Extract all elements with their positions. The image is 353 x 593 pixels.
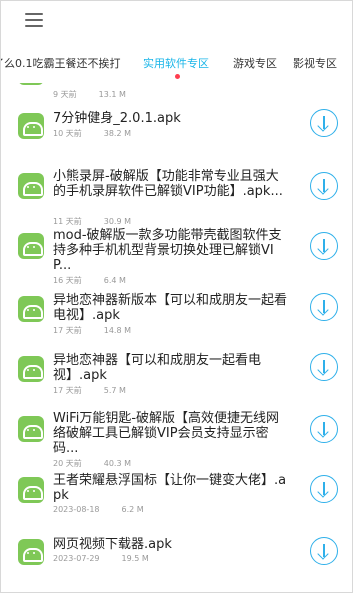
tab-video[interactable]: 影视专区	[293, 55, 337, 71]
file-time: 11 天前	[53, 217, 82, 226]
file-size: 14.8 M	[103, 326, 131, 335]
file-meta: 16 天前 6.4 M	[53, 275, 126, 286]
android-app-icon	[18, 416, 44, 442]
file-time: 20 天前	[53, 459, 82, 468]
active-tab-indicator	[175, 74, 180, 79]
file-title: mod-破解版一款多功能带壳截图软件支持多种手机机型背景切换处理已解锁VIP..…	[53, 228, 282, 273]
file-size: 19.5 M	[121, 554, 149, 563]
file-title: 异地恋神器【可以和成朋友一起看电视】.apk	[53, 353, 262, 383]
download-icon[interactable]	[310, 537, 338, 565]
file-size: 13.1 M	[98, 90, 126, 99]
file-size: 6.2 M	[121, 505, 144, 514]
list-item[interactable]: 异地恋神器新版本【可以和成朋友一起看电视】.apk 17 天前 14.8 M	[1, 293, 352, 343]
file-time: 10 天前	[53, 129, 82, 138]
list-item[interactable]: 异地恋神器【可以和成朋友一起看电视】.apk 17 天前 5.7 M	[1, 353, 352, 398]
file-time: 16 天前	[53, 276, 82, 285]
tab-category-0[interactable]: 了么0.1吃霸王餐还不挨打	[1, 55, 121, 71]
file-meta: 11 天前 30.9 M	[53, 216, 131, 227]
android-app-icon	[18, 356, 44, 382]
file-size: 38.2 M	[103, 129, 131, 138]
download-icon[interactable]	[310, 172, 338, 200]
android-app-icon	[18, 296, 44, 322]
android-app-icon	[18, 113, 44, 139]
android-app-icon	[18, 539, 44, 565]
file-meta: 20 天前 40.3 M	[53, 458, 131, 469]
file-meta: 10 天前 38.2 M	[53, 128, 131, 139]
file-title: WiFi万能钥匙-破解版【高效便捷无线网络破解工具已解锁VIP会员支持显示密码.…	[53, 411, 280, 456]
android-app-icon	[18, 477, 44, 503]
list-item[interactable]: 7分钟健身_2.0.1.apk 10 天前 38.2 M	[1, 109, 352, 156]
file-list: 9 天前 13.1 M 7分钟健身_2.0.1.apk 10 天前 38.2 M 小…	[1, 83, 352, 592]
file-time: 17 天前	[53, 386, 82, 395]
download-icon[interactable]	[310, 232, 338, 260]
file-time: 9 天前	[53, 90, 77, 99]
file-title: 小熊录屏-破解版【功能非常专业且强大的手机录屏软件已解锁VIP功能】.apk..…	[53, 169, 283, 199]
menu-icon[interactable]	[25, 13, 43, 27]
file-title: 异地恋神器新版本【可以和成朋友一起看电视】.apk	[53, 293, 288, 323]
download-icon[interactable]	[310, 475, 338, 503]
file-size: 6.4 M	[103, 276, 126, 285]
android-app-icon	[18, 83, 44, 85]
file-time: 2023-07-29	[53, 554, 100, 563]
list-item[interactable]: 王者荣耀悬浮国标【让你一键变大佬】.apk 2023-08-18 6.2 M	[1, 473, 352, 523]
tab-utility-software[interactable]: 实用软件专区	[143, 55, 209, 71]
list-item[interactable]: mod-破解版一款多功能带壳截图软件支持多种手机机型背景切换处理已解锁VIP..…	[1, 228, 352, 288]
file-title: 王者荣耀悬浮国标【让你一键变大佬】.apk	[53, 473, 287, 503]
file-size: 30.9 M	[103, 217, 131, 226]
file-meta: 2023-07-29 19.5 M	[53, 554, 149, 563]
file-meta: 2023-08-18 6.2 M	[53, 505, 144, 514]
file-title: 网页视频下载器.apk	[53, 537, 172, 552]
top-bar	[1, 1, 352, 41]
app-screen: 了么0.1吃霸王餐还不挨打 实用软件专区 游戏专区 影视专区 9 天前 13.1 …	[0, 0, 353, 593]
android-app-icon	[18, 233, 44, 259]
file-size: 5.7 M	[103, 386, 126, 395]
download-icon[interactable]	[310, 415, 338, 443]
android-app-icon	[18, 173, 44, 199]
download-icon[interactable]	[310, 293, 338, 321]
download-icon[interactable]	[310, 109, 338, 137]
list-item[interactable]: WiFi万能钥匙-破解版【高效便捷无线网络破解工具已解锁VIP会员支持显示密码.…	[1, 411, 352, 471]
list-item[interactable]: 小熊录屏-破解版【功能非常专业且强大的手机录屏软件已解锁VIP功能】.apk..…	[1, 169, 352, 229]
list-item[interactable]: 9 天前 13.1 M	[1, 83, 352, 103]
file-meta: 17 天前 5.7 M	[53, 385, 126, 396]
file-title: 7分钟健身_2.0.1.apk	[53, 111, 181, 126]
tab-games[interactable]: 游戏专区	[233, 55, 277, 71]
download-icon[interactable]	[310, 353, 338, 381]
file-size: 40.3 M	[103, 459, 131, 468]
file-meta: 9 天前 13.1 M	[53, 89, 126, 100]
file-time: 2023-08-18	[53, 505, 100, 514]
file-meta: 17 天前 14.8 M	[53, 325, 131, 336]
file-time: 17 天前	[53, 326, 82, 335]
list-item[interactable]: 网页视频下载器.apk 2023-07-29 19.5 M	[1, 537, 352, 582]
